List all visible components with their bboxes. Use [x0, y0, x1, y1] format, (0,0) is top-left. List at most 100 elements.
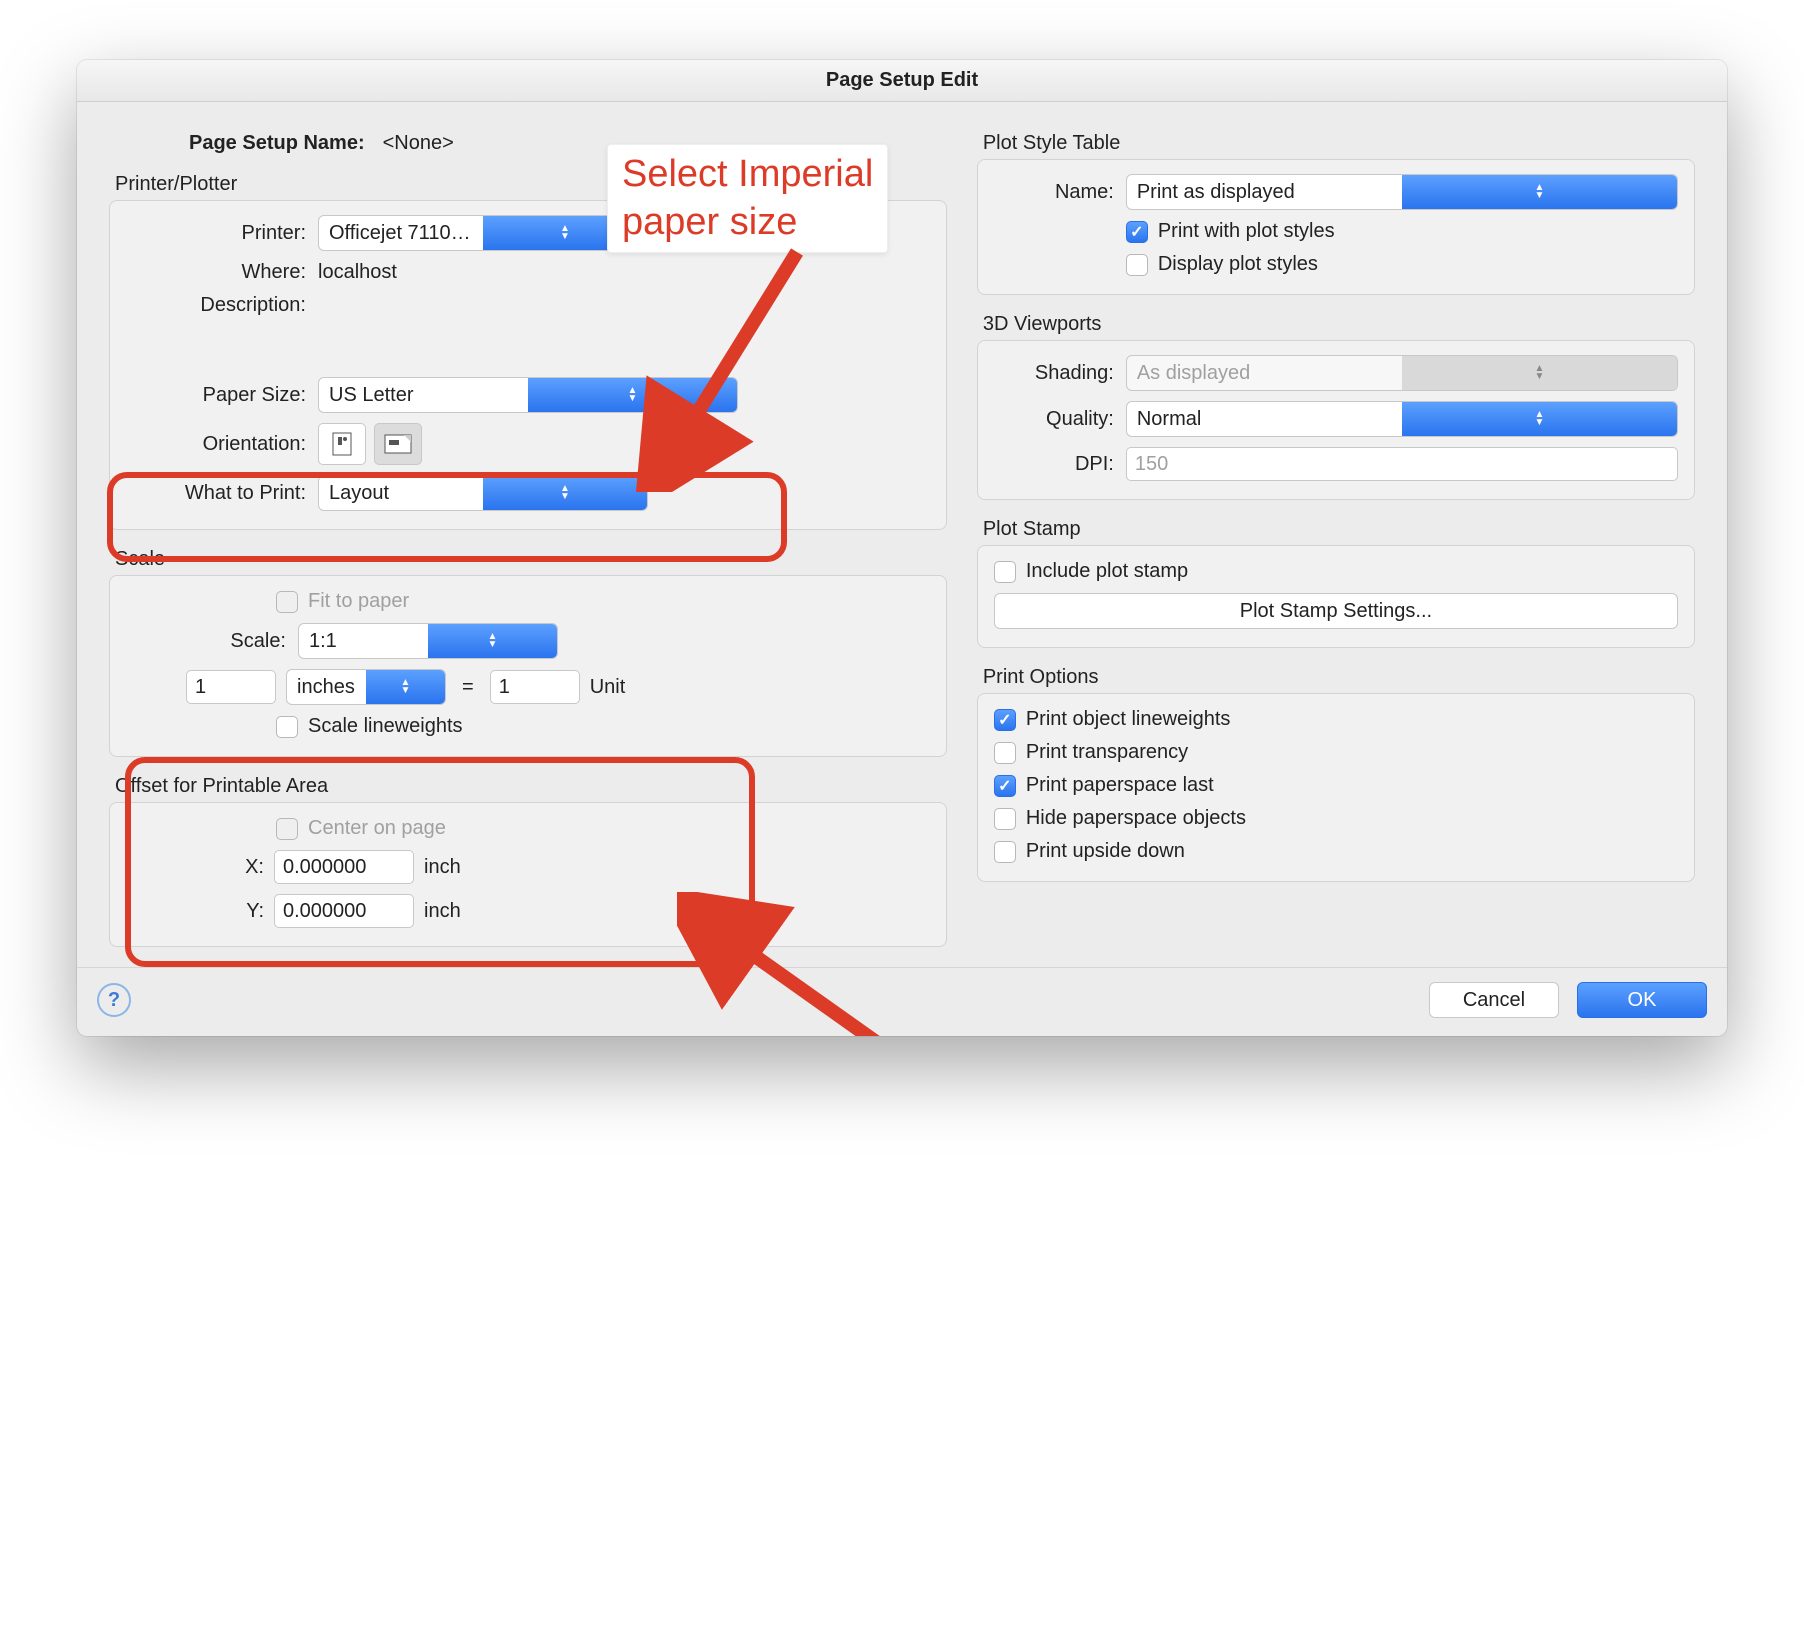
fit-to-paper-label: Fit to paper	[308, 590, 409, 613]
chevron-updown-icon	[528, 378, 737, 412]
chevron-updown-icon	[366, 670, 445, 704]
cancel-button[interactable]: Cancel	[1429, 982, 1559, 1018]
scale-select[interactable]: 1:1	[298, 623, 558, 659]
plot-stamp-title: Plot Stamp	[983, 518, 1695, 541]
center-on-page-label: Center on page	[308, 817, 446, 840]
print-paperspace-last-label: Print paperspace last	[1026, 774, 1214, 797]
plot-style-name-select[interactable]: Print as displayed	[1126, 174, 1678, 210]
chevron-updown-icon	[483, 476, 647, 510]
plot-stamp-group: Plot Stamp Include plot stamp Plot Stamp…	[977, 518, 1695, 648]
scale-left-input[interactable]: 1	[186, 670, 276, 704]
offset-y-value: 0.000000	[283, 900, 366, 923]
scale-lineweights-checkbox[interactable]: Scale lineweights	[276, 715, 930, 738]
scale-label: Scale:	[230, 630, 286, 653]
plot-style-name-value: Print as displayed	[1127, 181, 1402, 204]
print-upside-down-checkbox[interactable]: Print upside down	[994, 840, 1678, 863]
where-value: localhost	[318, 261, 930, 284]
offset-y-input[interactable]: 0.000000	[274, 894, 414, 928]
page-setup-name-label: Page Setup Name:	[189, 132, 365, 155]
plot-stamp-settings-button[interactable]: Plot Stamp Settings...	[994, 593, 1678, 629]
chevron-updown-icon	[1402, 175, 1677, 209]
what-to-print-select[interactable]: Layout	[318, 475, 648, 511]
chevron-updown-icon	[1402, 356, 1677, 390]
where-label: Where:	[242, 261, 306, 284]
plot-stamp-settings-label: Plot Stamp Settings...	[1240, 600, 1432, 623]
print-with-plot-styles-label: Print with plot styles	[1158, 220, 1335, 243]
page-setup-name-value: <None>	[383, 132, 454, 155]
offset-y-unit: inch	[424, 900, 461, 923]
unit-label: Unit	[590, 676, 626, 699]
print-options-group: Print Options Print object lineweights P…	[977, 666, 1695, 882]
ok-label: OK	[1628, 989, 1657, 1012]
scale-right-value: 1	[499, 676, 510, 699]
viewports-group: 3D Viewports Shading: As displayed Quali…	[977, 313, 1695, 500]
print-with-plot-styles-checkbox[interactable]: Print with plot styles	[1126, 220, 1678, 243]
chevron-updown-icon	[1402, 402, 1677, 436]
display-plot-styles-checkbox[interactable]: Display plot styles	[1126, 253, 1678, 276]
hide-paperspace-label: Hide paperspace objects	[1026, 807, 1246, 830]
paper-size-label: Paper Size:	[203, 384, 306, 407]
chevron-updown-icon	[428, 624, 557, 658]
cancel-label: Cancel	[1463, 989, 1525, 1012]
fit-to-paper-checkbox: Fit to paper	[276, 590, 930, 613]
include-plot-stamp-checkbox[interactable]: Include plot stamp	[994, 560, 1678, 583]
orientation-portrait-button[interactable]	[318, 423, 366, 465]
offset-x-label: X:	[236, 856, 264, 879]
scale-title: Scale	[115, 548, 947, 571]
quality-label: Quality:	[1046, 408, 1114, 431]
print-lineweights-checkbox[interactable]: Print object lineweights	[994, 708, 1678, 731]
dpi-value: 150	[1135, 453, 1168, 476]
what-to-print-value: Layout	[319, 482, 483, 505]
print-transparency-checkbox[interactable]: Print transparency	[994, 741, 1678, 764]
scale-units-select[interactable]: inches	[286, 669, 446, 705]
scale-value: 1:1	[299, 630, 428, 653]
offset-title: Offset for Printable Area	[115, 775, 947, 798]
print-paperspace-last-checkbox[interactable]: Print paperspace last	[994, 774, 1678, 797]
print-transparency-label: Print transparency	[1026, 741, 1188, 764]
viewports-title: 3D Viewports	[983, 313, 1695, 336]
printer-select-value: Officejet 7110 plain paper	[319, 222, 483, 245]
description-label: Description:	[200, 294, 306, 317]
plot-style-name-label: Name:	[1055, 181, 1114, 204]
printer-label: Printer:	[242, 222, 306, 245]
hide-paperspace-checkbox[interactable]: Hide paperspace objects	[994, 807, 1678, 830]
dialog-footer: ? Cancel OK	[77, 967, 1727, 1036]
dpi-input: 150	[1126, 447, 1678, 481]
orientation-landscape-button[interactable]	[374, 423, 422, 465]
paper-size-select[interactable]: US Letter	[318, 377, 738, 413]
portrait-page-icon	[332, 432, 352, 456]
scale-lineweights-label: Scale lineweights	[308, 715, 463, 738]
annotation-paper-size: Select Imperial paper size	[607, 144, 888, 253]
window-title: Page Setup Edit	[77, 60, 1727, 102]
landscape-page-icon	[384, 434, 412, 454]
scale-left-value: 1	[195, 676, 206, 699]
offset-x-unit: inch	[424, 856, 461, 879]
offset-x-value: 0.000000	[283, 856, 366, 879]
shading-value: As displayed	[1127, 362, 1402, 385]
quality-value: Normal	[1127, 408, 1402, 431]
center-on-page-checkbox: Center on page	[276, 817, 930, 840]
printer-select[interactable]: Officejet 7110 plain paper	[318, 215, 648, 251]
orientation-label: Orientation:	[203, 433, 306, 456]
paper-size-value: US Letter	[319, 384, 528, 407]
offset-group: Offset for Printable Area Center on page…	[109, 775, 947, 947]
quality-select[interactable]: Normal	[1126, 401, 1678, 437]
page-setup-dialog: Page Setup Edit Page Setup Name: <None> …	[77, 60, 1727, 1036]
plot-style-title: Plot Style Table	[983, 132, 1695, 155]
display-plot-styles-label: Display plot styles	[1158, 253, 1318, 276]
shading-label: Shading:	[1035, 362, 1114, 385]
include-plot-stamp-label: Include plot stamp	[1026, 560, 1188, 583]
dpi-label: DPI:	[1075, 453, 1114, 476]
offset-x-input[interactable]: 0.000000	[274, 850, 414, 884]
scale-right-input[interactable]: 1	[490, 670, 580, 704]
plot-style-group: Plot Style Table Name: Print as displaye…	[977, 132, 1695, 295]
ok-button[interactable]: OK	[1577, 982, 1707, 1018]
shading-select: As displayed	[1126, 355, 1678, 391]
help-button[interactable]: ?	[97, 983, 131, 1017]
scale-group: Scale Fit to paper Scale: 1:1 1	[109, 548, 947, 757]
scale-units-value: inches	[287, 676, 366, 699]
offset-y-label: Y:	[236, 900, 264, 923]
print-upside-down-label: Print upside down	[1026, 840, 1185, 863]
what-to-print-label: What to Print:	[185, 482, 306, 505]
print-lineweights-label: Print object lineweights	[1026, 708, 1231, 731]
